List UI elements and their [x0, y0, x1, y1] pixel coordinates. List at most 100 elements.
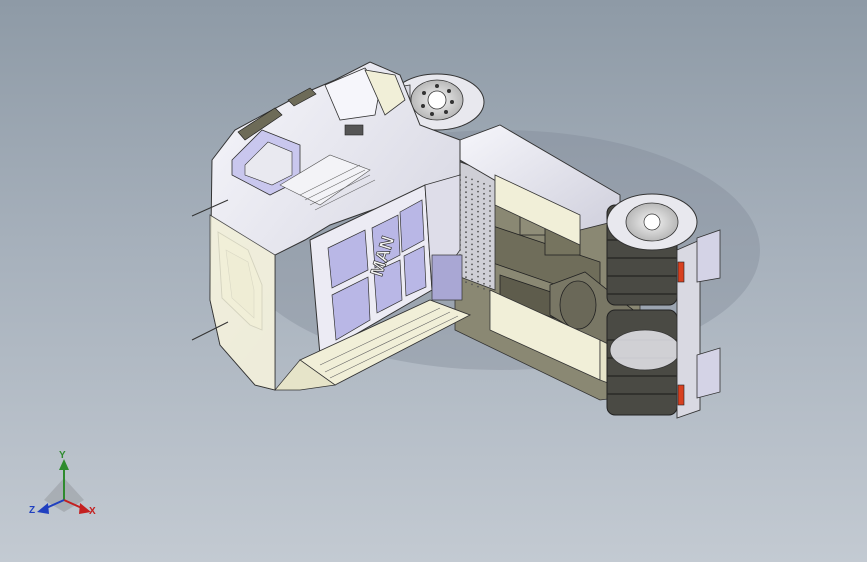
grille-hole — [471, 228, 473, 231]
grille-hole — [477, 260, 479, 263]
grille-hole — [465, 271, 467, 274]
grille-hole — [465, 226, 467, 229]
grille-hole — [471, 268, 473, 271]
grille-hole — [483, 222, 485, 225]
y-axis-label: Y — [59, 450, 66, 461]
grille-hole — [477, 195, 479, 198]
grille-hole — [477, 200, 479, 203]
grille-hole — [483, 267, 485, 270]
grille-hole — [471, 218, 473, 221]
grille-hole — [483, 237, 485, 240]
grille-hole — [465, 211, 467, 214]
grille-hole — [477, 185, 479, 188]
grille-hole — [489, 205, 491, 207]
grille-hole — [483, 187, 485, 190]
grille-hole — [483, 252, 485, 255]
grille-hole — [465, 256, 467, 259]
grille-hole — [483, 207, 485, 210]
grille-hole — [471, 283, 473, 286]
grille-hole — [471, 258, 473, 261]
rear-bumper — [676, 229, 721, 419]
grille-hole — [465, 201, 467, 204]
grille-hole — [465, 191, 467, 194]
grille-hole — [483, 202, 485, 205]
grille-hole — [483, 232, 485, 235]
grille-hole — [483, 262, 485, 265]
grille-hole — [465, 176, 467, 179]
truck-model[interactable]: MAN — [0, 0, 867, 562]
grille-hole — [465, 236, 467, 239]
grille-hole — [471, 253, 473, 256]
grille-hole — [489, 220, 491, 222]
grille-hole — [477, 245, 479, 248]
grille-hole — [471, 248, 473, 251]
grille-hole — [477, 210, 479, 213]
grille-hole — [489, 270, 491, 272]
z-axis-arrow — [37, 503, 49, 514]
grille-hole — [465, 246, 467, 249]
grille-hole — [471, 203, 473, 206]
grille-hole — [489, 195, 491, 197]
grille-hole — [477, 205, 479, 208]
grille-hole — [471, 183, 473, 186]
roof-vent — [344, 124, 364, 136]
grille-hole — [477, 215, 479, 218]
grille-hole — [477, 280, 479, 283]
grille-hole — [477, 255, 479, 258]
grille-hole — [483, 272, 485, 275]
grille-hole — [471, 178, 473, 181]
grille-hole — [489, 255, 491, 257]
grille-hole — [465, 181, 467, 184]
grille-hole — [471, 263, 473, 266]
grille-hole — [483, 277, 485, 280]
grille-hole — [489, 215, 491, 217]
grille-hole — [471, 233, 473, 236]
grille-hole — [483, 247, 485, 250]
grille-hole — [465, 276, 467, 279]
grille-hole — [465, 241, 467, 244]
cad-viewport[interactable]: MAN Y X Z — [0, 0, 867, 562]
grille-hole — [483, 182, 485, 185]
grille-hole — [477, 250, 479, 253]
grille-hole — [477, 265, 479, 268]
grille-hole — [471, 223, 473, 226]
grille-hole — [477, 230, 479, 233]
grille-hole — [489, 185, 491, 187]
grille-hole — [465, 261, 467, 264]
grille-hole — [465, 251, 467, 254]
grille-hole — [483, 197, 485, 200]
grille-hole — [471, 243, 473, 246]
grille-hole — [471, 273, 473, 276]
grille-hole — [489, 245, 491, 247]
z-axis-label: Z — [29, 505, 36, 516]
grille-hole — [471, 213, 473, 216]
grille-hole — [465, 196, 467, 199]
grille-hole — [489, 280, 491, 282]
grille-hole — [483, 282, 485, 285]
grille-hole — [477, 285, 479, 288]
grille-hole — [465, 216, 467, 219]
grille-hole — [483, 287, 485, 290]
tail-lamp — [677, 261, 685, 283]
grille-hole — [477, 220, 479, 223]
grille-hole — [471, 208, 473, 211]
grille-hole — [471, 238, 473, 241]
grille-hole — [477, 225, 479, 228]
grille-hole — [483, 257, 485, 260]
grille-hole — [489, 285, 491, 287]
differential — [559, 280, 597, 330]
grille-hole — [489, 265, 491, 267]
grille-hole — [489, 250, 491, 252]
grille-hole — [489, 235, 491, 237]
grille-hole — [471, 198, 473, 201]
grille-hole — [483, 242, 485, 245]
grille-hole — [483, 217, 485, 220]
grille-hole — [471, 188, 473, 191]
grille-hole — [477, 275, 479, 278]
grille-hole — [471, 278, 473, 281]
grille-hole — [489, 190, 491, 192]
grille-hole — [477, 270, 479, 273]
grille-hole — [477, 190, 479, 193]
grille-hole — [489, 275, 491, 277]
grille-hole — [477, 235, 479, 238]
